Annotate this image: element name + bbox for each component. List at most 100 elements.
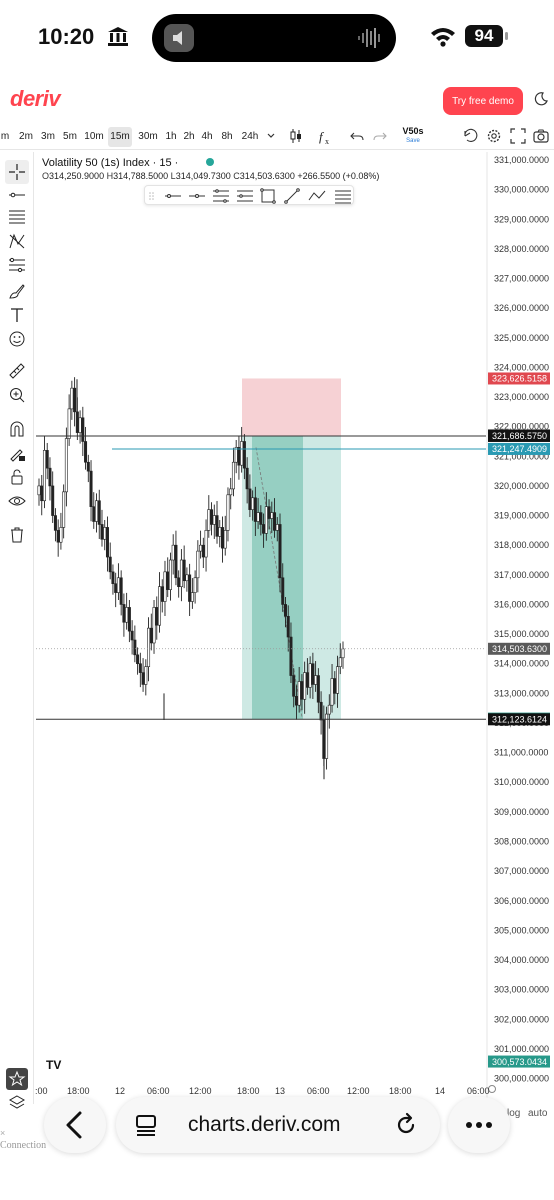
- candle-body: [273, 512, 277, 531]
- reload-icon[interactable]: [394, 1112, 418, 1138]
- candle-body: [314, 675, 318, 685]
- candle-body: [86, 461, 90, 472]
- candle-body: [311, 663, 315, 685]
- rectangle-tool-icon[interactable]: [260, 188, 276, 204]
- stop-loss-zone[interactable]: [242, 378, 341, 436]
- x-tick-label: 12:00: [189, 1086, 212, 1096]
- y-tick-label: 324,000.0000: [494, 362, 549, 372]
- candle-body: [319, 701, 323, 721]
- candle-body: [97, 500, 101, 525]
- x-tick-label: 12: [115, 1086, 126, 1096]
- candle-body: [81, 417, 85, 442]
- y-tick-label: 305,000.0000: [494, 925, 549, 935]
- candle-body: [229, 488, 233, 496]
- y-tick-label: 325,000.0000: [494, 333, 549, 343]
- y-tick-label: 319,000.0000: [494, 511, 549, 521]
- candle-body: [262, 524, 266, 534]
- candle-body: [215, 515, 219, 537]
- candle-body: [59, 527, 63, 543]
- more-options-button[interactable]: [448, 1097, 510, 1153]
- candle-body: [45, 450, 49, 469]
- y-tick-label: 307,000.0000: [494, 866, 549, 876]
- candle-body: [327, 704, 331, 715]
- fib-channel-icon[interactable]: [237, 190, 253, 202]
- candle-body: [242, 441, 246, 469]
- hlines-tool-icon[interactable]: [335, 190, 351, 204]
- candle-body: [171, 544, 175, 561]
- parallel-channel-icon[interactable]: [213, 189, 229, 203]
- price-tag-label: 314,503.6300: [492, 644, 547, 654]
- candle-body: [256, 512, 260, 522]
- candle-body: [297, 681, 301, 706]
- candle-body: [177, 577, 181, 587]
- candle-body: [245, 467, 249, 490]
- y-tick-label: 300,000.0000: [494, 1074, 549, 1084]
- tabs-icon[interactable]: [134, 1113, 158, 1137]
- candle-body: [267, 506, 271, 519]
- y-tick-label: 301,000.0000: [494, 1044, 549, 1054]
- candle-body: [201, 544, 205, 558]
- y-tick-label: 310,000.0000: [494, 777, 549, 787]
- y-tick-label: 318,000.0000: [494, 540, 549, 550]
- candle-body: [138, 663, 142, 673]
- y-tick-label: 302,000.0000: [494, 1014, 549, 1024]
- candle-body: [166, 571, 170, 590]
- candle-body: [114, 583, 118, 593]
- x-tick-label: 18:00: [67, 1086, 90, 1096]
- candle-body: [193, 577, 197, 593]
- price-tag-label: 321,686.5750: [492, 431, 547, 441]
- y-tick-label: 309,000.0000: [494, 807, 549, 817]
- candle-body: [92, 506, 96, 522]
- candle-body: [168, 559, 172, 590]
- x-tick-label: 06:00: [147, 1086, 170, 1096]
- candle-body: [281, 577, 285, 605]
- candle-body: [253, 497, 257, 522]
- path-tool-icon[interactable]: [308, 190, 326, 201]
- x-tick-label: :00: [35, 1086, 48, 1096]
- candle-body: [174, 544, 178, 579]
- candle-body: [294, 696, 298, 706]
- toast-close-icon[interactable]: ×: [0, 1128, 5, 1138]
- candle-body: [136, 654, 140, 665]
- y-tick-label: 316,000.0000: [494, 599, 549, 609]
- candle-body: [325, 713, 329, 759]
- connection-toast: Connection: [0, 1140, 47, 1151]
- candle-body: [240, 441, 244, 466]
- candle-body: [122, 604, 126, 623]
- line-tool-icon[interactable]: [165, 194, 181, 198]
- ray-tool-icon[interactable]: [189, 194, 205, 198]
- candle-body: [42, 450, 46, 502]
- floating-drawing-toolbar: [144, 185, 354, 205]
- candle-body: [133, 639, 137, 656]
- price-tag-label: 321,247.4909: [492, 444, 547, 454]
- scroll-to-latest-icon[interactable]: [488, 1085, 496, 1093]
- y-tick-label: 314,000.0000: [494, 659, 549, 669]
- candle-body: [333, 678, 337, 694]
- candle-body: [70, 387, 74, 410]
- candle-body: [278, 524, 282, 579]
- candle-body: [199, 544, 203, 552]
- candle-body: [51, 485, 55, 516]
- auto-scale-toggle[interactable]: auto: [528, 1108, 547, 1119]
- candle-body: [231, 461, 235, 490]
- back-button[interactable]: [44, 1097, 106, 1153]
- candle-body: [73, 387, 77, 413]
- url-text: charts.deriv.com: [188, 1113, 341, 1136]
- drag-handle-icon[interactable]: [149, 192, 154, 200]
- y-tick-label: 308,000.0000: [494, 836, 549, 846]
- y-tick-label: 311,000.0000: [494, 748, 548, 758]
- candle-body: [300, 681, 304, 700]
- x-tick-label: 14: [435, 1086, 446, 1096]
- candle-body: [338, 657, 342, 667]
- price-tag-label: 300,573.0434: [492, 1057, 547, 1067]
- candle-body: [163, 571, 167, 602]
- candle-body: [147, 627, 151, 667]
- candle-body: [330, 678, 334, 706]
- candle-body: [248, 488, 252, 510]
- x-tick-label: 06:00: [467, 1086, 490, 1096]
- x-tick-label: 12:00: [347, 1086, 370, 1096]
- candle-body: [316, 675, 320, 703]
- candle-body: [95, 500, 99, 522]
- candle-body: [64, 438, 68, 493]
- segment-tool-icon[interactable]: [284, 188, 300, 204]
